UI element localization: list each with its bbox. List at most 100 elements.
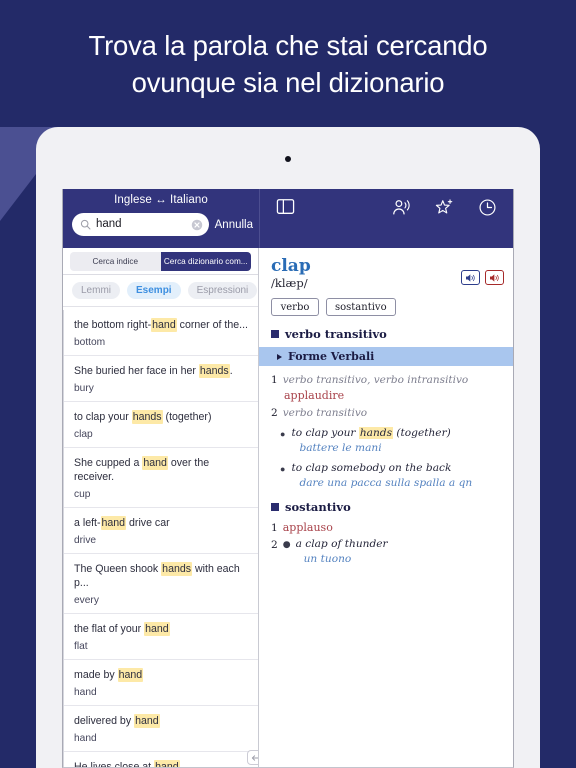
example-lemma: bottom [74,337,106,348]
example-pre: made by [74,669,118,681]
example-content: a clap of thunder un tuono [296,537,503,567]
example-highlight: hands [131,410,163,424]
list-item[interactable]: the flat of your hand flat [64,614,258,660]
example-lemma: clap [74,429,93,440]
bullet-icon: ● [282,540,291,550]
sense-row: 2 ● a clap of thunder un tuono [271,537,503,567]
app-screen: Inglese ↔ Italiano hand Annulla Cerca in… [62,189,514,768]
list-item[interactable]: delivered by hand hand [64,706,258,752]
example-highlight: hands [198,364,230,378]
pill-lemmi[interactable]: Lemmi [72,282,121,299]
example-pre: to clap your [291,427,359,439]
dictionary-entry-pane: clap /klæp/ verbo sostantivo verbo trans… [259,248,513,768]
search-results-pane: Cerca indice Cerca dizionario com... Lem… [63,248,259,768]
examples-result-list[interactable]: the bottom right-hand corner of the... b… [63,310,258,768]
section-heading-label: sostantivo [285,500,351,514]
section-heading-label: verbo transitivo [285,327,387,341]
example-highlight: hands [161,562,193,576]
toolbar-right-section [259,189,513,248]
example-pre: She buried her face in her [74,365,199,377]
toolbar-left-section: Inglese ↔ Italiano hand Annulla [63,189,259,248]
example-row: ● to clap your hands (together) battere … [271,426,503,456]
clear-search-icon[interactable] [191,219,203,231]
dictionary-pair-title: Inglese ↔ Italiano [114,194,208,206]
example-content: to clap your hands (together) battere le… [291,426,503,456]
speaker-icon [489,273,499,282]
example-english: to clap your hands (together) [291,426,503,441]
example-highlight: hand [151,318,177,332]
toolbar-icon-group [392,198,497,217]
content-split-view: Cerca indice Cerca dizionario com... Lem… [63,248,513,768]
list-item[interactable]: a left-hand drive car drive [64,508,258,554]
list-item[interactable]: The Queen shook hands with each p... eve… [64,554,258,614]
example-highlight: hand [142,456,168,470]
tablet-device-frame: Inglese ↔ Italiano hand Annulla Cerca in… [36,127,540,768]
promo-headline-line-1: Trova la parola che stai cercando [88,29,488,61]
example-post: drive car [126,517,170,529]
list-item[interactable]: made by hand hand [64,660,258,706]
example-highlight: hand [134,714,160,728]
panel-toggle-icon[interactable] [276,198,295,215]
list-item[interactable]: He lives close at hand. hand [64,752,258,768]
list-item[interactable]: the bottom right-hand corner of the... b… [64,310,258,356]
sense-row: 1 applauso [271,520,503,536]
audio-us-button[interactable] [485,270,504,285]
pill-esempi[interactable]: Esempi [127,282,181,299]
example-pre: The Queen shook [74,563,162,575]
example-sentence: to clap your hands (together) [74,410,249,424]
example-sentence: the flat of your hand [74,622,249,636]
search-row: hand Annulla [72,213,255,236]
promo-banner: Trova la parola che stai cercando ovunqu… [0,0,576,127]
sense-number: 1 [271,522,278,534]
front-camera-dot [285,156,291,162]
promo-headline-line-2: ovunque sia nel dizionario [131,66,445,98]
list-item[interactable]: She buried her face in her hands. bury [64,356,258,402]
example-lemma: cup [74,489,91,500]
forme-verbali-disclosure[interactable]: Forme Verbali [259,347,513,366]
example-italian: battere le mani [299,442,382,454]
search-scope-segmented-wrap: Cerca indice Cerca dizionario com... [63,248,258,275]
example-sentence: the bottom right-hand corner of the... [74,318,249,332]
entry-body: verbo transitivo Forme Verbali 1 verbo t… [259,327,513,567]
segment-cerca-indice[interactable]: Cerca indice [70,252,161,271]
tab-verbo[interactable]: verbo [271,298,319,316]
example-sentence: a left-hand drive car [74,516,249,530]
entry-header: clap /klæp/ [259,248,513,296]
sense-row: 1 verbo transitivo, verbo intransitivo [271,373,503,388]
example-pre: the flat of your [74,623,145,635]
list-item[interactable]: to clap your hands (together) clap [64,402,258,448]
pill-espressioni[interactable]: Espressioni [187,282,258,299]
audio-button-group [461,270,504,285]
bullet-icon: ● [280,429,286,439]
example-pre: a left- [74,517,101,529]
person-speaking-icon[interactable] [392,198,411,217]
example-sentence: She cupped a hand over the receiver. [74,456,249,484]
example-sentence: delivered by hand [74,714,249,728]
example-pre: She cupped a [74,457,143,469]
cancel-search-button[interactable]: Annulla [215,219,255,231]
section-heading-sostantivo: sostantivo [271,500,503,514]
example-pre: delivered by [74,715,135,727]
example-sentence: She buried her face in her hands. [74,364,249,378]
bullet-icon: ● [280,464,286,474]
section-marker-square [271,503,279,511]
sense-grammar-label: verbo transitivo [282,407,368,419]
section-heading-verbo-transitivo: verbo transitivo [271,327,503,341]
search-input[interactable]: hand [72,213,209,236]
example-post: corner of the... [176,319,248,331]
pane-resize-handle[interactable] [247,750,258,765]
example-lemma: hand [74,687,97,698]
segment-cerca-dizionario-completo[interactable]: Cerca dizionario com... [160,252,251,271]
example-highlight: hand [117,668,144,682]
star-plus-icon[interactable] [435,198,454,217]
example-highlight: hand [100,516,127,530]
forme-verbali-label: Forme Verbali [288,350,375,363]
example-italian: un tuono [303,553,352,565]
example-lemma: drive [74,535,97,546]
list-item[interactable]: She cupped a hand over the receiver. cup [64,448,258,508]
example-lemma: bury [74,383,94,394]
audio-uk-button[interactable] [461,270,480,285]
sense-translation: applaudire [284,389,345,402]
tab-sostantivo[interactable]: sostantivo [326,298,396,316]
history-clock-icon[interactable] [478,198,497,217]
